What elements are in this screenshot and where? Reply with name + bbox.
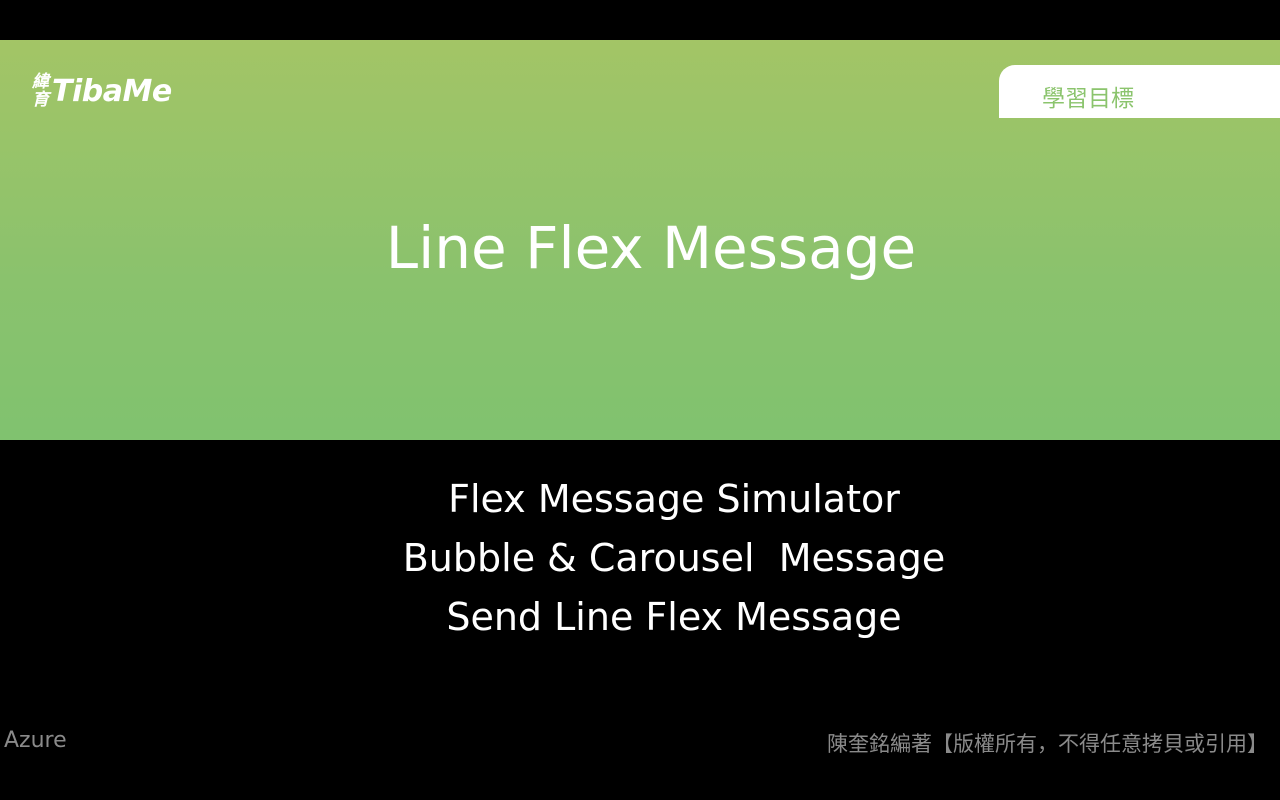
logo-wordmark: TibaMe: [52, 73, 172, 109]
objective-item: Bubble & Carousel Message: [402, 536, 946, 580]
logo-cjk-top: 緯: [32, 72, 49, 92]
slide: 緯 育 TibaMe 學習目標 Line Flex Message Flex M…: [0, 0, 1280, 800]
objective-item: Send Line Flex Message: [446, 595, 902, 639]
logo-cjk-bottom: 育: [32, 90, 49, 110]
section-tab-learning-objectives: 學習目標: [999, 65, 1280, 118]
course-name: Azure: [4, 728, 67, 753]
copyright-notice: 陳奎銘編著【版權所有，不得任意拷貝或引用】: [827, 732, 1268, 756]
page-title: Line Flex Message: [385, 214, 917, 282]
tibame-logo: 緯 育 TibaMe: [32, 73, 172, 109]
objective-item: Flex Message Simulator: [448, 477, 900, 521]
logo-cjk-mark: 緯 育: [32, 73, 49, 109]
hero-banner: 緯 育 TibaMe 學習目標 Line Flex Message: [0, 40, 1280, 440]
objectives-list: Flex Message Simulator Bubble & Carousel…: [0, 470, 1280, 647]
